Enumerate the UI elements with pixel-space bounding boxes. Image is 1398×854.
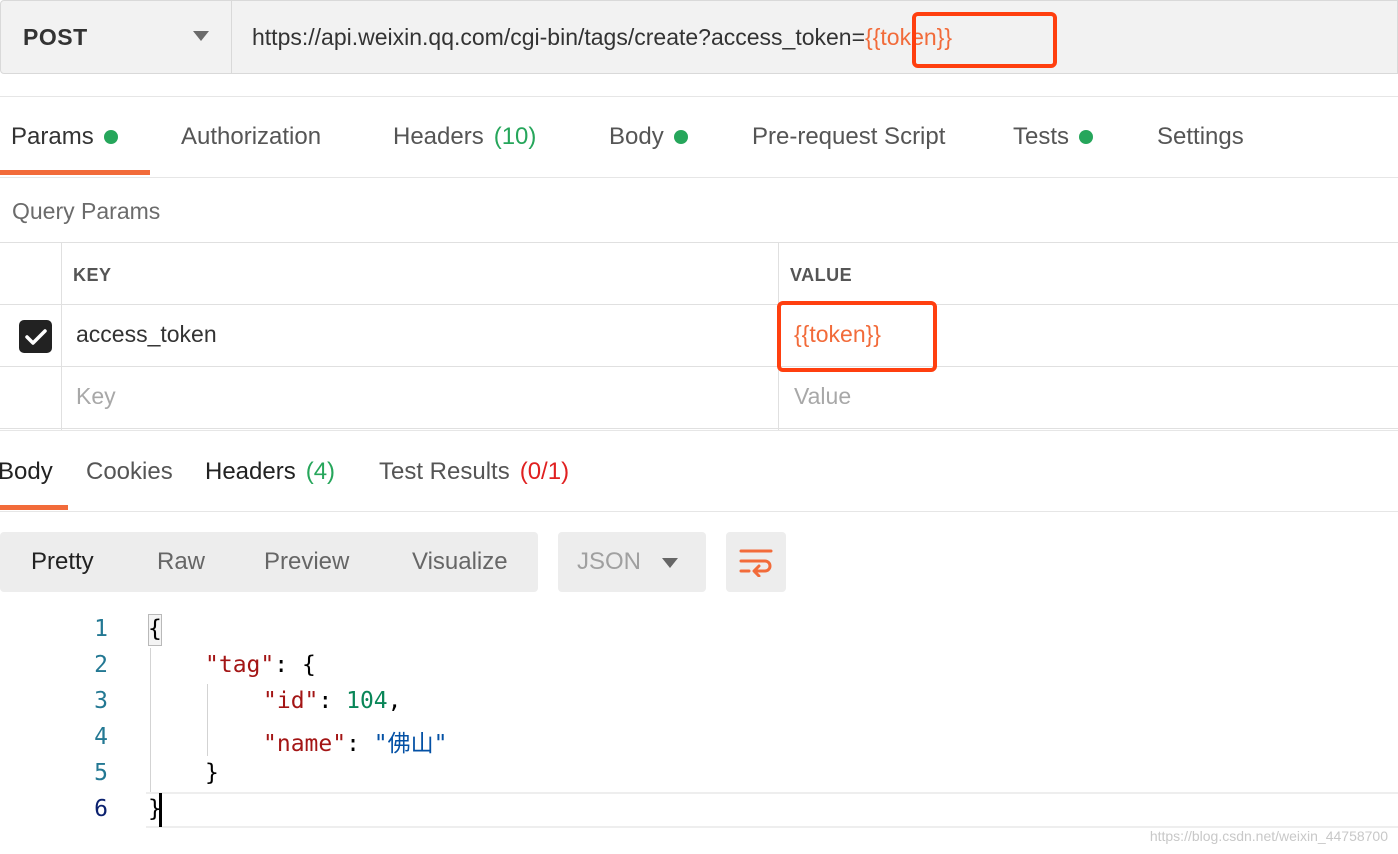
- query-params-title: Query Params: [12, 198, 161, 224]
- code-line: "id": 104,: [263, 688, 402, 714]
- json-key: "name": [263, 731, 347, 757]
- checkmark-icon: [24, 328, 47, 345]
- table-row: access_token {{token}}: [0, 305, 1398, 367]
- line-number: 2: [94, 652, 108, 678]
- active-dot-icon: [1079, 130, 1094, 144]
- tab-response-body[interactable]: Body: [0, 431, 53, 513]
- test-results-count: (0/1): [519, 458, 570, 485]
- active-response-tab-indicator: [0, 505, 68, 510]
- chevron-down-icon: [662, 558, 678, 568]
- tab-body-label: Body: [609, 123, 664, 150]
- line-number: 1: [94, 616, 108, 642]
- code-line: "tag": {: [205, 652, 316, 678]
- tab-authorization[interactable]: Authorization: [181, 97, 321, 177]
- tab-settings-label: Settings: [1157, 123, 1244, 150]
- method-dropdown[interactable]: POST: [0, 0, 232, 74]
- response-tabs: Body Cookies Headers (4) Test Results (0/1…: [0, 430, 1398, 512]
- json-brace: }: [205, 760, 219, 786]
- query-params-table: KEY VALUE access_token {{token}} Key Val…: [0, 242, 1398, 430]
- tab-test-results-label: Test Results: [379, 458, 510, 485]
- wrap-lines-icon: [739, 549, 773, 577]
- tab-test-results[interactable]: Test Results (0/1): [379, 431, 569, 513]
- table-row-empty: Key Value: [0, 367, 1398, 429]
- request-tabs: Params Authorization Headers (10) Body Pr…: [0, 96, 1398, 178]
- response-headers-count: (4): [305, 458, 336, 485]
- code-line: "name": "佛山": [263, 724, 448, 758]
- code-line: }: [205, 760, 219, 786]
- line-number: 5: [94, 760, 108, 786]
- view-visualize-button[interactable]: Visualize: [412, 532, 508, 592]
- json-key: "id": [263, 688, 319, 714]
- tab-cookies-label: Cookies: [86, 458, 173, 485]
- code-line: {: [148, 616, 162, 642]
- json-string: "佛山": [373, 731, 448, 757]
- column-divider: [61, 242, 62, 430]
- highlight-box-param-value: [777, 301, 937, 372]
- url-input[interactable]: https://api.weixin.qq.com/cgi-bin/tags/c…: [231, 0, 1398, 74]
- watermark: https://blog.csdn.net/weixin_44758700: [1149, 828, 1388, 844]
- chevron-down-icon: [193, 31, 209, 41]
- tab-body[interactable]: Body: [609, 97, 688, 177]
- tab-pre-request-label: Pre-request Script: [752, 123, 946, 150]
- headers-count: (10): [493, 123, 537, 150]
- new-value-input[interactable]: Value: [794, 383, 851, 410]
- url-text: https://api.weixin.qq.com/cgi-bin/tags/c…: [252, 23, 866, 50]
- highlight-box-url-token: [912, 12, 1057, 68]
- json-punct: :: [318, 688, 347, 714]
- key-column-header: KEY: [73, 265, 112, 285]
- request-url-row: POST https://api.weixin.qq.com/cgi-bin/t…: [0, 0, 1398, 74]
- format-label: JSON: [577, 548, 642, 575]
- json-punct: :: [346, 731, 374, 757]
- tab-params[interactable]: Params: [11, 97, 118, 177]
- tab-response-headers-label: Headers: [205, 458, 296, 485]
- tab-params-label: Params: [11, 123, 94, 150]
- view-pretty-button[interactable]: Pretty: [31, 532, 94, 592]
- view-raw-button[interactable]: Raw: [157, 532, 205, 592]
- tab-settings[interactable]: Settings: [1157, 97, 1244, 177]
- json-number: 104: [346, 688, 388, 714]
- response-body-code[interactable]: 1 2 3 4 5 6 { "tag": { "id": 104, "name"…: [0, 612, 1398, 832]
- json-brace: {: [148, 616, 162, 642]
- tab-response-headers[interactable]: Headers (4): [205, 431, 335, 513]
- active-tab-indicator: [0, 170, 150, 175]
- line-number: 4: [94, 724, 108, 750]
- view-mode-segmented-control: Pretty Raw Preview Visualize: [0, 532, 538, 592]
- table-header-row: KEY VALUE: [0, 243, 1398, 305]
- method-label: POST: [23, 23, 88, 50]
- current-line-highlight: [146, 792, 1398, 828]
- indent-guide: [150, 648, 151, 792]
- wrap-lines-button[interactable]: [726, 532, 786, 592]
- format-dropdown[interactable]: JSON: [558, 532, 706, 592]
- new-key-input[interactable]: Key: [76, 383, 116, 410]
- indent-guide: [207, 684, 208, 756]
- param-key-cell[interactable]: access_token: [76, 321, 217, 348]
- line-number: 3: [94, 688, 108, 714]
- tab-headers-label: Headers: [393, 123, 484, 150]
- tab-pre-request-script[interactable]: Pre-request Script: [752, 97, 945, 177]
- json-punct: ,: [387, 688, 402, 714]
- active-dot-icon: [673, 130, 688, 144]
- json-punct: : {: [274, 652, 316, 678]
- param-enabled-checkbox[interactable]: [19, 320, 52, 353]
- tab-tests[interactable]: Tests: [1013, 97, 1094, 177]
- line-number: 6: [94, 796, 108, 822]
- view-preview-button[interactable]: Preview: [264, 532, 349, 592]
- tab-authorization-label: Authorization: [181, 123, 322, 150]
- json-key: "tag": [205, 652, 275, 678]
- value-column-header: VALUE: [790, 265, 853, 285]
- tab-tests-label: Tests: [1013, 123, 1070, 150]
- tab-response-body-label: Body: [0, 458, 53, 485]
- text-cursor: [159, 793, 162, 827]
- active-dot-icon: [103, 130, 118, 144]
- tab-cookies[interactable]: Cookies: [86, 431, 173, 513]
- tab-headers[interactable]: Headers (10): [393, 97, 536, 177]
